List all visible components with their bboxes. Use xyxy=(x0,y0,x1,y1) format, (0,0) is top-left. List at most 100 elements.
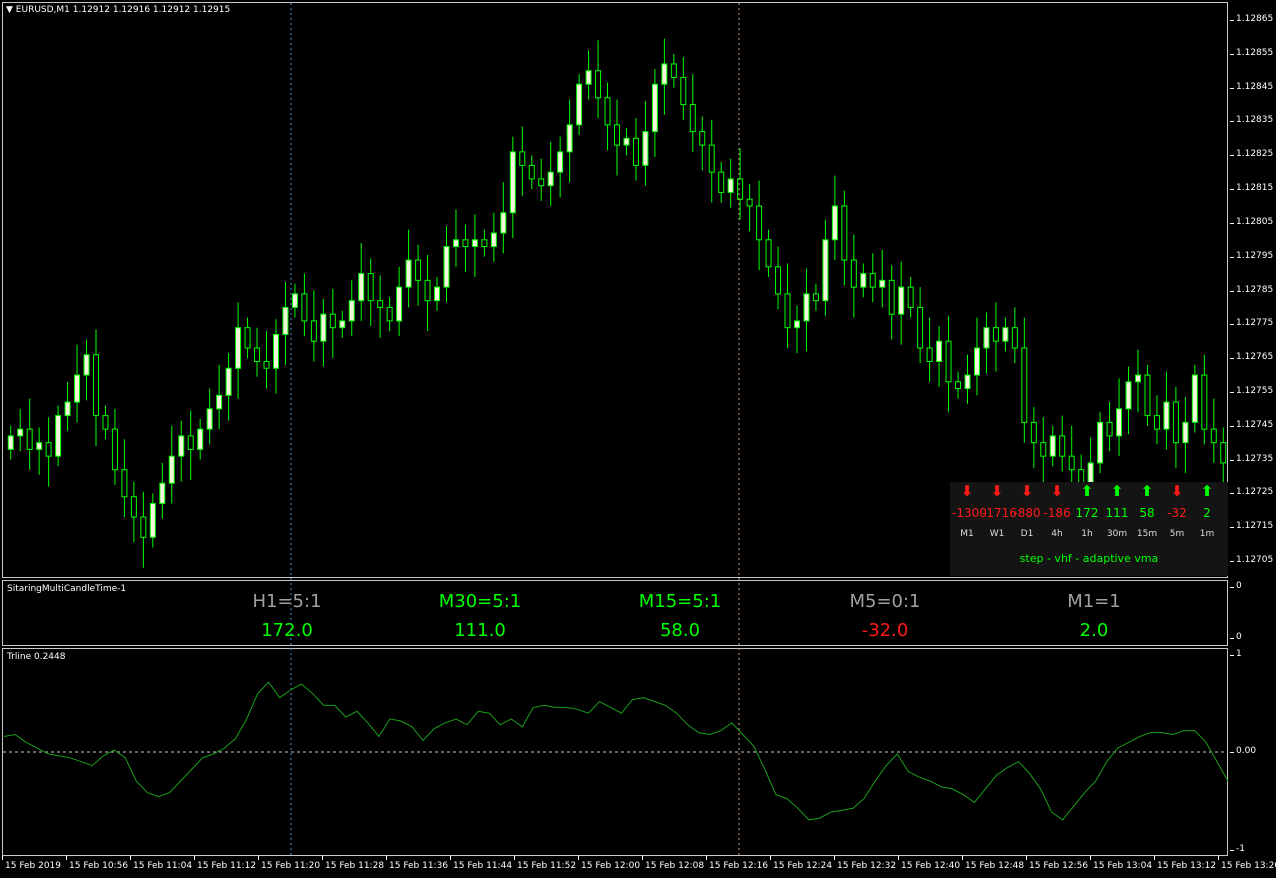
candle-body xyxy=(632,137,639,166)
arrow-up-icon: ⬆ xyxy=(1110,482,1124,500)
candle-body xyxy=(936,340,943,363)
candle-body xyxy=(102,415,109,430)
chart-canvas xyxy=(3,3,1229,856)
candle-body xyxy=(917,306,924,349)
candle-body xyxy=(718,171,725,193)
candle-body xyxy=(92,354,99,417)
candle-body xyxy=(680,76,687,106)
price-axis-tick: 1.12855 xyxy=(1229,47,1274,58)
panel-timeframe: W1 xyxy=(989,529,1005,539)
candle-body xyxy=(604,97,611,126)
symbol-header[interactable]: ▼ EURUSD,M1 1.12912 1.12916 1.12912 1.12… xyxy=(6,5,230,15)
panel-value: 2 xyxy=(1203,506,1211,520)
candle-body xyxy=(1002,327,1009,342)
candle-body xyxy=(576,83,583,126)
price-axis-tick: 1.12815 xyxy=(1229,183,1274,194)
time-axis-tick: 15 Feb 12:48 xyxy=(961,856,1025,871)
candle-body xyxy=(585,70,592,85)
candle-body xyxy=(225,367,232,396)
time-axis-tick: 15 Feb 12:56 xyxy=(1025,856,1089,871)
candle-body xyxy=(197,428,204,450)
symbol-label: EURUSD,M1 1.12912 1.12916 1.12912 1.1291… xyxy=(15,5,231,15)
time-axis-tick: 15 Feb 11:20 xyxy=(257,856,321,871)
candle-body xyxy=(1153,415,1160,430)
candle-body xyxy=(737,178,744,200)
candle-body xyxy=(926,347,933,363)
candle-body xyxy=(1030,421,1037,444)
time-axis-tick: 15 Feb 13:04 xyxy=(1089,856,1153,871)
time-axis-tick: 15 Feb 11:12 xyxy=(193,856,257,871)
candle-body xyxy=(566,124,573,153)
candle-body xyxy=(1040,442,1047,457)
time-axis-tick: 15 Feb 11:28 xyxy=(321,856,385,871)
candle-points-value: 2.0 xyxy=(1079,620,1109,641)
panel-value: -32 xyxy=(1167,506,1187,520)
price-axis-tick: 1.12765 xyxy=(1229,352,1274,363)
candle-body xyxy=(17,428,24,437)
candle-body xyxy=(1191,374,1198,423)
candle-body xyxy=(812,293,819,302)
candle-body xyxy=(64,401,71,417)
time-axis-tick: 15 Feb 13:20 xyxy=(1217,856,1276,871)
panel-timeframe: 15m xyxy=(1136,529,1158,539)
candle-points-value: -32.0 xyxy=(861,620,909,641)
price-axis-tick: 1.12825 xyxy=(1229,149,1274,160)
candle-body xyxy=(907,286,914,308)
candle-body xyxy=(377,300,384,308)
candle-ratio-label: H1=5:1 xyxy=(252,591,322,612)
candle-body xyxy=(992,327,999,342)
panel-value: -1300 xyxy=(952,506,987,520)
candle-body xyxy=(178,435,185,457)
indicator2-axis-top: 1 xyxy=(1230,649,1242,659)
candle-body xyxy=(434,286,441,302)
panel-value: 172 xyxy=(1075,506,1099,520)
candle-points-value: 58.0 xyxy=(659,620,701,641)
candle-body xyxy=(396,286,403,322)
candle-ratio-label: M5=0:1 xyxy=(849,591,921,612)
candle-body xyxy=(45,442,52,457)
candle-body xyxy=(130,496,137,518)
candle-body xyxy=(793,320,800,329)
time-axis-tick: 15 Feb 12:08 xyxy=(641,856,705,871)
candle-ratio-label: M30=5:1 xyxy=(438,591,522,612)
candle-body xyxy=(310,320,317,342)
time-axis-tick: 15 Feb 11:52 xyxy=(513,856,577,871)
arrow-up-icon: ⬆ xyxy=(1140,482,1154,500)
candle-body xyxy=(291,293,298,308)
candle-body xyxy=(348,300,355,322)
panel-timeframe: 1m xyxy=(1199,529,1215,539)
panel-timeframe: 30m xyxy=(1106,529,1128,539)
candle-body xyxy=(775,266,782,295)
arrow-down-icon: ⬇ xyxy=(1170,482,1184,500)
dropdown-triangle-icon[interactable]: ▼ xyxy=(6,5,13,15)
candle-body xyxy=(187,435,194,450)
candle-body xyxy=(822,239,829,302)
candle-body xyxy=(547,171,554,187)
price-axis-tick: 1.12835 xyxy=(1229,115,1274,126)
candle-body xyxy=(595,70,602,99)
indicator2-axis-zero: 0.00 xyxy=(1229,746,1257,756)
candle-body xyxy=(519,151,526,166)
candle-body xyxy=(263,361,270,369)
panel-timeframe: 4h xyxy=(1051,529,1063,539)
candle-body xyxy=(500,212,507,234)
candle-body xyxy=(614,124,620,146)
candle-body xyxy=(1201,374,1208,430)
panel-value: 58 xyxy=(1139,506,1155,520)
price-axis-tick: 1.12725 xyxy=(1229,487,1274,498)
arrow-down-icon: ⬇ xyxy=(1020,482,1034,500)
candle-body xyxy=(490,232,497,248)
candle-body xyxy=(860,273,867,288)
panel-value: -880 xyxy=(1013,506,1041,520)
candle-body xyxy=(1144,374,1151,417)
candle-body xyxy=(528,164,535,180)
candle-body xyxy=(471,239,478,248)
arrow-down-icon: ⬇ xyxy=(990,482,1004,500)
candle-body xyxy=(424,279,431,302)
price-axis-tick: 1.12775 xyxy=(1229,318,1274,329)
candle-body xyxy=(367,273,374,302)
candle-body xyxy=(1049,435,1056,457)
candle-body xyxy=(1059,435,1066,457)
price-axis-tick: 1.12735 xyxy=(1229,453,1274,464)
candle-body xyxy=(1135,374,1142,383)
